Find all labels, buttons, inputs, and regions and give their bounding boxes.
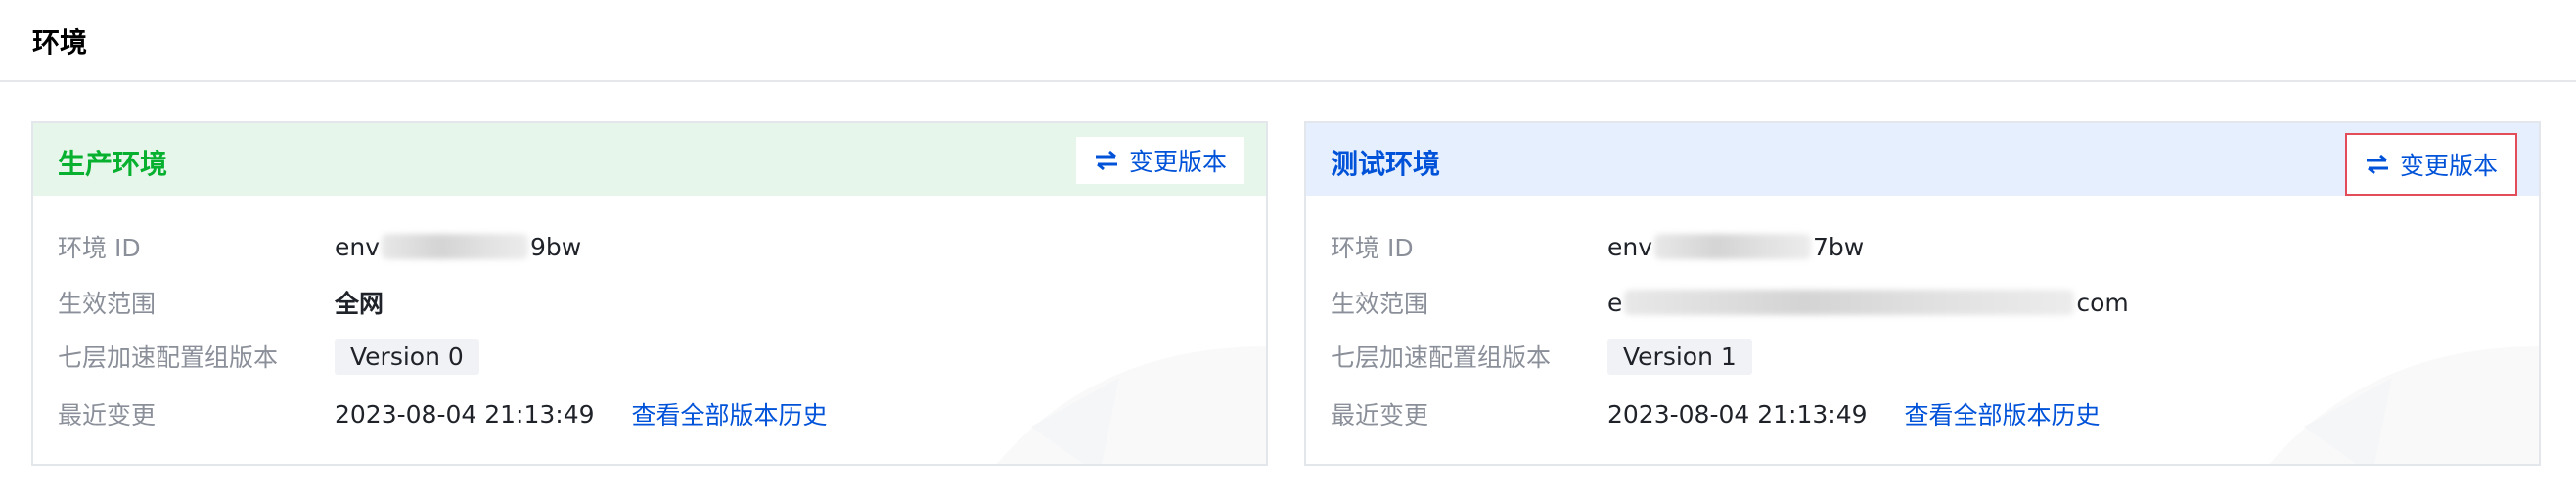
page-header: 环境	[0, 0, 2576, 82]
change-version-label: 变更版本	[1128, 148, 1227, 176]
last-change-label: 最近变更	[1331, 401, 1429, 430]
env-id-row: 环境 ID env 9bw	[58, 229, 581, 264]
config-version-tag: Version 0	[335, 338, 479, 375]
production-change-version-button[interactable]: 变更版本	[1075, 137, 1244, 184]
redacted-text	[382, 234, 529, 259]
last-change-value: 2023-08-04 21:13:49	[1607, 399, 1868, 429]
scope-row: 生效范围 e com	[1331, 285, 2129, 320]
swap-icon	[1095, 150, 1117, 171]
scope-suffix: com	[2076, 288, 2129, 317]
view-version-history-link[interactable]: 查看全部版本历史	[1905, 396, 2101, 432]
env-id-label: 环境 ID	[1331, 234, 1414, 262]
config-version-label: 七层加速配置组版本	[58, 343, 279, 372]
env-id-suffix: 7bw	[1813, 232, 1865, 261]
change-version-label: 变更版本	[2399, 152, 2498, 180]
testing-card-title: 测试环境	[1331, 148, 1441, 180]
config-version-row: 七层加速配置组版本 Version 1	[1331, 338, 1752, 375]
env-id-suffix: 9bw	[530, 232, 582, 261]
last-change-row: 最近变更 2023-08-04 21:13:49 查看全部版本历史	[58, 396, 828, 432]
watermark-icon	[996, 346, 1266, 464]
env-id-row: 环境 ID env 7bw	[1331, 229, 1864, 264]
scope-value: 全网	[335, 290, 384, 318]
last-change-value: 2023-08-04 21:13:49	[335, 399, 595, 429]
production-card-header: 生产环境 变更版本	[33, 123, 1266, 196]
env-id-prefix: env	[1607, 232, 1653, 261]
env-id-value: env 9bw	[335, 233, 581, 261]
swap-icon	[2366, 154, 2388, 175]
redacted-text	[1654, 234, 1812, 259]
watermark-icon	[2269, 346, 2539, 464]
scope-label: 生效范围	[1331, 290, 1429, 318]
last-change-row: 最近变更 2023-08-04 21:13:49 查看全部版本历史	[1331, 396, 2101, 432]
scope-label: 生效范围	[58, 290, 157, 318]
env-id-label: 环境 ID	[58, 234, 141, 262]
scope-prefix: e	[1607, 288, 1623, 317]
production-card-title: 生产环境	[58, 148, 168, 180]
testing-card-header: 测试环境 变更版本	[1306, 123, 2539, 196]
env-id-value: env 7bw	[1607, 233, 1864, 261]
config-version-tag: Version 1	[1607, 338, 1752, 375]
config-version-row: 七层加速配置组版本 Version 0	[58, 338, 479, 375]
testing-environment-card: 测试环境 变更版本 环境 ID env 7bw 生效范围 e com 七层加速配…	[1304, 121, 2541, 466]
page-title: 环境	[32, 26, 88, 59]
redacted-text	[1624, 290, 2075, 315]
env-id-prefix: env	[335, 232, 381, 261]
production-environment-card: 生产环境 变更版本 环境 ID env 9bw 生效范围 全网 七层加速配置组版…	[31, 121, 1268, 466]
config-version-label: 七层加速配置组版本	[1331, 343, 1552, 372]
testing-change-version-button[interactable]: 变更版本	[2344, 133, 2517, 196]
view-version-history-link[interactable]: 查看全部版本历史	[632, 396, 828, 432]
scope-value: e com	[1607, 289, 2129, 317]
last-change-label: 最近变更	[58, 401, 157, 430]
scope-row: 生效范围 全网	[58, 285, 384, 320]
